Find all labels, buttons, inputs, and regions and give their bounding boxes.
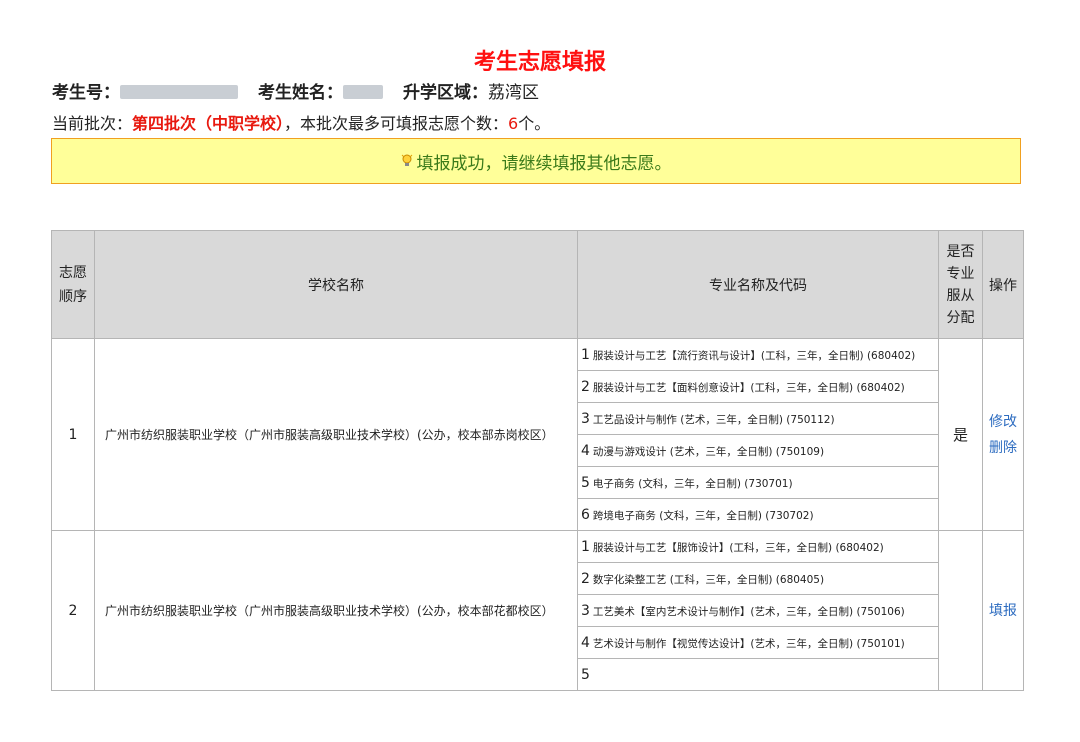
lightbulb-icon (401, 154, 413, 168)
header-assign-line1: 是否 (946, 243, 975, 260)
major-num: 2 (581, 378, 590, 395)
major-num: 1 (581, 538, 590, 555)
major-text: 跨境电子商务 (文科，三年，全日制) (730702) (592, 509, 814, 522)
row-assign: 是 (938, 338, 983, 531)
region-label: 升学区域： (403, 83, 488, 103)
major-text: 电子商务 (文科，三年，全日制) (730701) (592, 477, 793, 490)
major-item: 3 工艺品设计与制作 (艺术，三年，全日制) (750112) (577, 402, 939, 435)
major-num: 3 (581, 410, 590, 427)
major-text: 服装设计与工艺【流行资讯与设计】(工科，三年，全日制) (680402) (592, 349, 916, 362)
header-op: 操作 (982, 230, 1024, 339)
major-num: 3 (581, 602, 590, 619)
batch-middle: ，本批次最多可填报志愿个数： (284, 114, 509, 133)
row-seq: 1 (51, 338, 95, 531)
name-label: 考生姓名： (258, 83, 343, 103)
row-seq: 2 (51, 530, 95, 691)
name-masked (343, 85, 383, 99)
header-school: 学校名称 (94, 230, 578, 339)
major-num: 4 (581, 442, 590, 459)
batch-suffix: 个。 (518, 114, 551, 133)
exam-no-label: 考生号： (52, 83, 120, 103)
batch-name: 第四批次（中职学校） (132, 114, 285, 133)
header-assign: 是否 专业 服从 分配 (938, 230, 983, 339)
table-row: 1 广州市纺织服装职业学校（广州市服装高级职业技术学校）(公办，校本部赤岗校区）… (51, 338, 1024, 531)
student-info-line: 考生号： 考生姓名： 升学区域：荔湾区 (52, 78, 539, 103)
major-item: 5 (577, 658, 939, 691)
exam-no-masked (120, 85, 238, 99)
major-num: 5 (581, 666, 590, 683)
success-notice: 填报成功，请继续填报其他志愿。 (51, 138, 1021, 184)
modify-link[interactable]: 修改 (983, 409, 1023, 435)
header-seq-line1: 志愿 (59, 264, 87, 281)
major-item: 4 艺术设计与制作【视觉传达设计】(艺术，三年，全日制) (750101) (577, 626, 939, 659)
major-item: 2 数字化染整工艺 (工科，三年，全日制) (680405) (577, 562, 939, 595)
major-item: 5 电子商务 (文科，三年，全日制) (730701) (577, 466, 939, 499)
major-num: 2 (581, 570, 590, 587)
major-item: 1 服装设计与工艺【流行资讯与设计】(工科，三年，全日制) (680402) (577, 338, 939, 371)
row-ops: 填报 (982, 530, 1024, 691)
header-major: 专业名称及代码 (577, 230, 939, 339)
row-school: 广州市纺织服装职业学校（广州市服装高级职业技术学校）(公办，校本部赤岗校区） (94, 338, 578, 531)
header-assign-line2: 专业 (946, 265, 975, 282)
major-num: 1 (581, 346, 590, 363)
row-ops: 修改 删除 (982, 338, 1024, 531)
row-school: 广州市纺织服装职业学校（广州市服装高级职业技术学校）(公办，校本部花都校区） (94, 530, 578, 691)
major-item: 3 工艺美术【室内艺术设计与制作】(艺术，三年，全日制) (750106) (577, 594, 939, 627)
major-item: 2 服装设计与工艺【面料创意设计】(工科，三年，全日制) (680402) (577, 370, 939, 403)
delete-link[interactable]: 删除 (983, 435, 1023, 461)
major-text: 动漫与游戏设计 (艺术，三年，全日制) (750109) (592, 445, 825, 458)
major-text: 工艺品设计与制作 (艺术，三年，全日制) (750112) (592, 413, 835, 426)
major-num: 6 (581, 506, 590, 523)
major-num: 4 (581, 634, 590, 651)
major-text: 艺术设计与制作【视觉传达设计】(艺术，三年，全日制) (750101) (592, 637, 905, 650)
major-text: 服装设计与工艺【服饰设计】(工科，三年，全日制) (680402) (592, 541, 884, 554)
region-value: 荔湾区 (488, 83, 539, 103)
batch-prefix: 当前批次： (52, 114, 133, 133)
major-text: 工艺美术【室内艺术设计与制作】(艺术，三年，全日制) (750106) (592, 605, 905, 618)
major-item: 6 跨境电子商务 (文科，三年，全日制) (730702) (577, 498, 939, 531)
page-title: 考生志愿填报 (473, 50, 606, 75)
batch-info-line: 当前批次：第四批次（中职学校），本批次最多可填报志愿个数：6个。 (52, 110, 550, 134)
major-item: 1 服装设计与工艺【服饰设计】(工科，三年，全日制) (680402) (577, 530, 939, 563)
row-assign (938, 530, 983, 691)
success-notice-text: 填报成功，请继续填报其他志愿。 (416, 153, 672, 174)
major-text: 数字化染整工艺 (工科，三年，全日制) (680405) (592, 573, 825, 586)
fill-link[interactable]: 填报 (983, 598, 1023, 624)
table-row: 2 广州市纺织服装职业学校（广州市服装高级职业技术学校）(公办，校本部花都校区）… (51, 530, 1024, 691)
major-item: 4 动漫与游戏设计 (艺术，三年，全日制) (750109) (577, 434, 939, 467)
major-text: 服装设计与工艺【面料创意设计】(工科，三年，全日制) (680402) (592, 381, 905, 394)
header-assign-line3: 服从 (946, 287, 975, 304)
header-assign-line4: 分配 (946, 309, 975, 326)
major-num: 5 (581, 474, 590, 491)
header-seq-line2: 顺序 (59, 288, 87, 305)
table-header-row: 志愿 顺序 学校名称 专业名称及代码 是否 专业 服从 分配 操作 (51, 230, 1024, 339)
batch-count: 6 (508, 114, 519, 133)
application-table: 志愿 顺序 学校名称 专业名称及代码 是否 专业 服从 分配 操作 1 广州市纺… (51, 230, 1024, 691)
header-seq: 志愿 顺序 (51, 230, 95, 339)
